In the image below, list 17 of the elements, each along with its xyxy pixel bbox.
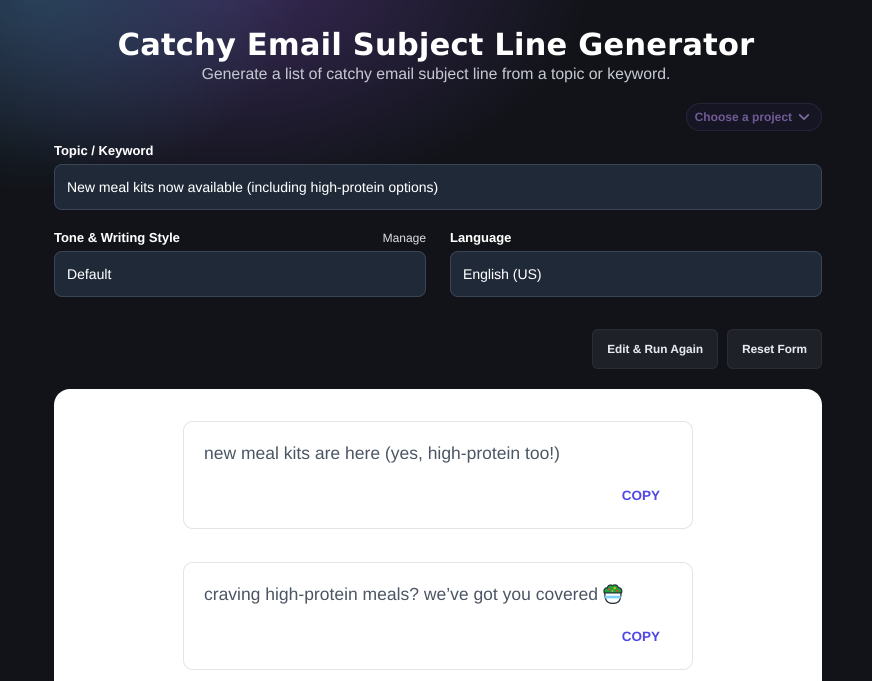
- chevron-down-icon: [799, 114, 809, 120]
- copy-button[interactable]: COPY: [622, 488, 660, 503]
- tone-dropdown[interactable]: Default: [54, 251, 426, 297]
- page-subtitle: Generate a list of catchy email subject line from a topic or keyword.: [202, 66, 670, 84]
- action-button[interactable]: Edit & Run Again: [592, 329, 718, 369]
- language-dropdown[interactable]: English (US): [450, 251, 822, 297]
- subject-line-text: craving high-protein meals? we’ve got you covered: [204, 584, 598, 604]
- manage-link[interactable]: Manage: [382, 231, 426, 245]
- field-label: Topic / Keyword: [54, 143, 154, 158]
- field-label: Language: [450, 230, 512, 245]
- action-button[interactable]: Reset Form: [727, 329, 822, 369]
- subject-line-text: new meal kits are here (yes, high-protein too!): [204, 442, 560, 464]
- topic-input[interactable]: New meal kits now available (including high-protein options): [54, 164, 822, 210]
- copy-button[interactable]: COPY: [622, 629, 660, 644]
- page-title: Catchy Email Subject Line Generator: [118, 27, 754, 65]
- salad-bowl-icon: [602, 584, 623, 604]
- field-label: Tone & Writing Style: [54, 230, 180, 245]
